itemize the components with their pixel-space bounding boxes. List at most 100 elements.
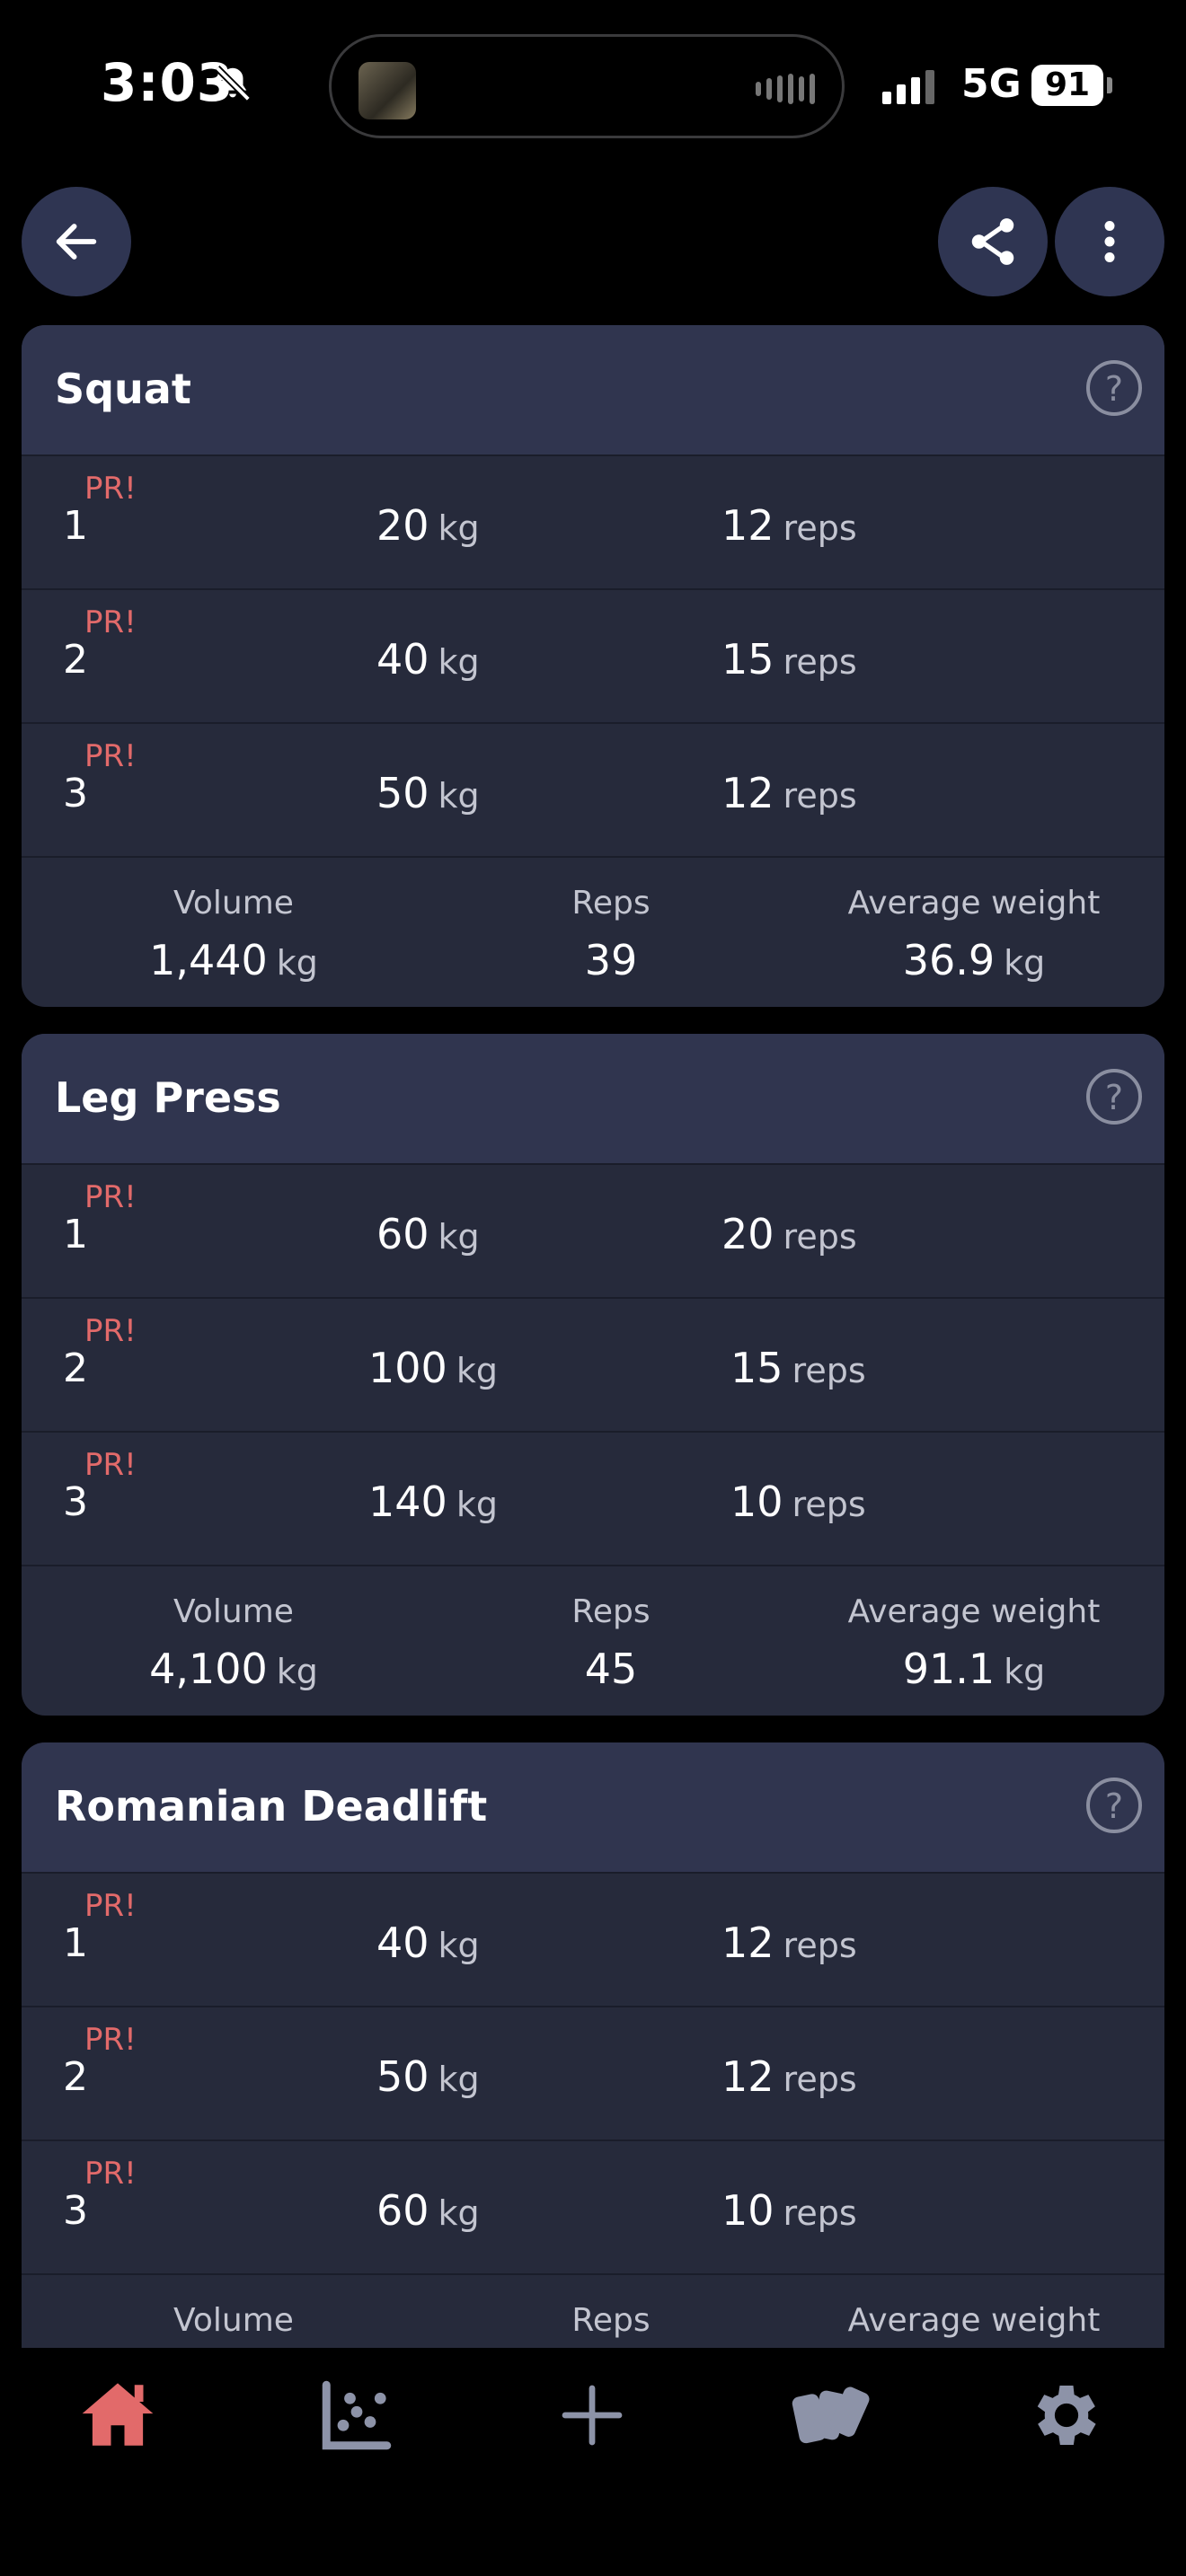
reps-summary: Reps 45 — [449, 1593, 773, 1693]
set-row[interactable]: PR! 2 50 kg 12 reps — [22, 2007, 1164, 2141]
avg-weight-label: Average weight — [847, 1593, 1101, 1630]
reps-value: 10 — [730, 1478, 783, 1526]
help-icon[interactable]: ? — [1085, 359, 1143, 417]
exercise-title: Squat — [55, 365, 191, 413]
avg-weight-summary: Average weight 36.9 kg — [812, 885, 1136, 984]
dynamic-island[interactable] — [329, 34, 845, 138]
reps-unit: reps — [783, 776, 857, 816]
reps-unit: reps — [783, 2193, 857, 2233]
weight-unit: kg — [438, 508, 480, 548]
weight-unit: kg — [438, 2060, 480, 2099]
exercise-title: Leg Press — [55, 1073, 281, 1122]
pr-badge: PR! — [84, 738, 137, 774]
set-row[interactable]: PR! 1 60 kg 20 reps — [22, 1165, 1164, 1299]
set-weight: 60 kg — [376, 1210, 480, 1258]
volume-value-line: 1,440 kg — [72, 936, 395, 984]
set-number: 2 — [63, 1345, 88, 1391]
weight-unit: kg — [438, 1926, 480, 1965]
weight-value: 50 — [376, 2052, 429, 2101]
set-number: 1 — [63, 1212, 88, 1257]
avg-weight-summary: Average weight — [812, 2302, 1136, 2339]
weight-value: 20 — [376, 501, 429, 550]
reps-summary: Reps 39 — [449, 885, 773, 984]
reps-value: 15 — [730, 1344, 783, 1392]
set-reps: 12 reps — [721, 2052, 857, 2101]
set-reps: 10 reps — [721, 2186, 857, 2235]
pr-badge: PR! — [84, 1179, 137, 1215]
reps-value: 12 — [721, 1919, 774, 1967]
pr-badge: PR! — [84, 2156, 137, 2192]
set-reps: 20 reps — [721, 1210, 857, 1258]
pr-badge: PR! — [84, 1447, 137, 1483]
weight-unit: kg — [456, 1351, 498, 1390]
volume-unit: kg — [276, 943, 318, 983]
set-row[interactable]: PR! 1 20 kg 12 reps — [22, 456, 1164, 590]
volume-value: 1,440 — [149, 936, 268, 984]
avg-weight-unit: kg — [1004, 943, 1046, 983]
volume-label: Volume — [173, 1593, 294, 1630]
exercise-summary: Volume Reps Average weight — [22, 2275, 1164, 2348]
set-number: 3 — [63, 1479, 88, 1525]
set-row[interactable]: PR! 2 100 kg 15 reps — [22, 1299, 1164, 1433]
exercise-card: Squat ? PR! 1 20 kg 12 reps PR! 2 40 kg 15 r… — [22, 325, 1164, 1007]
set-row[interactable]: PR! 3 60 kg 10 reps — [22, 2141, 1164, 2275]
set-reps: 15 reps — [730, 1344, 866, 1392]
home-icon[interactable] — [77, 2375, 158, 2456]
volume-value-line: 4,100 kg — [72, 1645, 395, 1693]
weight-unit: kg — [438, 642, 480, 682]
avg-weight-value: 91.1 — [902, 1645, 996, 1693]
share-button[interactable] — [938, 187, 1048, 296]
set-row[interactable]: PR! 1 40 kg 12 reps — [22, 1874, 1164, 2007]
set-weight: 50 kg — [376, 769, 480, 817]
set-reps: 12 reps — [721, 1919, 857, 1967]
arrow-left-icon — [56, 224, 97, 260]
weight-value: 60 — [376, 2186, 429, 2235]
share-icon — [971, 218, 1014, 265]
avg-weight-label: Average weight — [847, 885, 1101, 922]
exercise-summary: Volume 1,440 kg Reps 39 Average weight 36… — [22, 858, 1164, 1007]
set-row[interactable]: PR! 2 40 kg 15 reps — [22, 590, 1164, 724]
more-options-button[interactable] — [1055, 187, 1164, 296]
weight-value: 100 — [368, 1344, 447, 1392]
help-icon[interactable]: ? — [1085, 1777, 1143, 1834]
volume-summary: Volume 4,100 kg — [72, 1593, 395, 1693]
reps-unit: reps — [783, 2060, 857, 2099]
gear-icon[interactable] — [1026, 2375, 1107, 2456]
reps-value: 20 — [721, 1210, 774, 1258]
reps-unit: reps — [792, 1485, 866, 1524]
weight-value: 50 — [376, 769, 429, 817]
chart-scatter-icon[interactable] — [316, 2375, 397, 2456]
exercise-header[interactable]: Squat ? — [22, 325, 1164, 456]
avg-weight-value-line: 91.1 kg — [812, 1645, 1136, 1693]
stack-cards-icon[interactable] — [789, 2375, 870, 2456]
reps-value: 12 — [721, 2052, 774, 2101]
exercise-header[interactable]: Romanian Deadlift ? — [22, 1742, 1164, 1874]
reps-unit: reps — [783, 642, 857, 682]
set-number: 3 — [63, 771, 88, 816]
exercise-summary: Volume 4,100 kg Reps 45 Average weight 91… — [22, 1566, 1164, 1716]
bottom-nav-bar — [0, 2348, 1186, 2576]
reps-unit: reps — [792, 1351, 866, 1390]
set-reps: 12 reps — [721, 769, 857, 817]
battery-nub — [1107, 77, 1112, 93]
exercise-card: Leg Press ? PR! 1 60 kg 20 reps PR! 2 100 k… — [22, 1034, 1164, 1716]
pr-badge: PR! — [84, 1888, 137, 1924]
reps-total: 39 — [584, 936, 638, 984]
set-row[interactable]: PR! 3 140 kg 10 reps — [22, 1433, 1164, 1566]
exercise-title: Romanian Deadlift — [55, 1782, 488, 1831]
set-weight: 40 kg — [376, 1919, 480, 1967]
avg-weight-label: Average weight — [847, 2302, 1101, 2339]
back-button[interactable] — [22, 187, 131, 296]
weight-value: 40 — [376, 635, 429, 684]
reps-value: 12 — [721, 769, 774, 817]
plus-icon[interactable] — [552, 2375, 633, 2456]
set-weight: 140 kg — [368, 1478, 498, 1526]
pr-badge: PR! — [84, 1313, 137, 1349]
reps-label: Reps — [571, 2302, 651, 2339]
exercise-header[interactable]: Leg Press ? — [22, 1034, 1164, 1165]
set-row[interactable]: PR! 3 50 kg 12 reps — [22, 724, 1164, 858]
help-icon[interactable]: ? — [1085, 1068, 1143, 1125]
volume-summary: Volume 1,440 kg — [72, 885, 395, 984]
set-reps: 15 reps — [721, 635, 857, 684]
avg-weight-value: 36.9 — [902, 936, 996, 984]
